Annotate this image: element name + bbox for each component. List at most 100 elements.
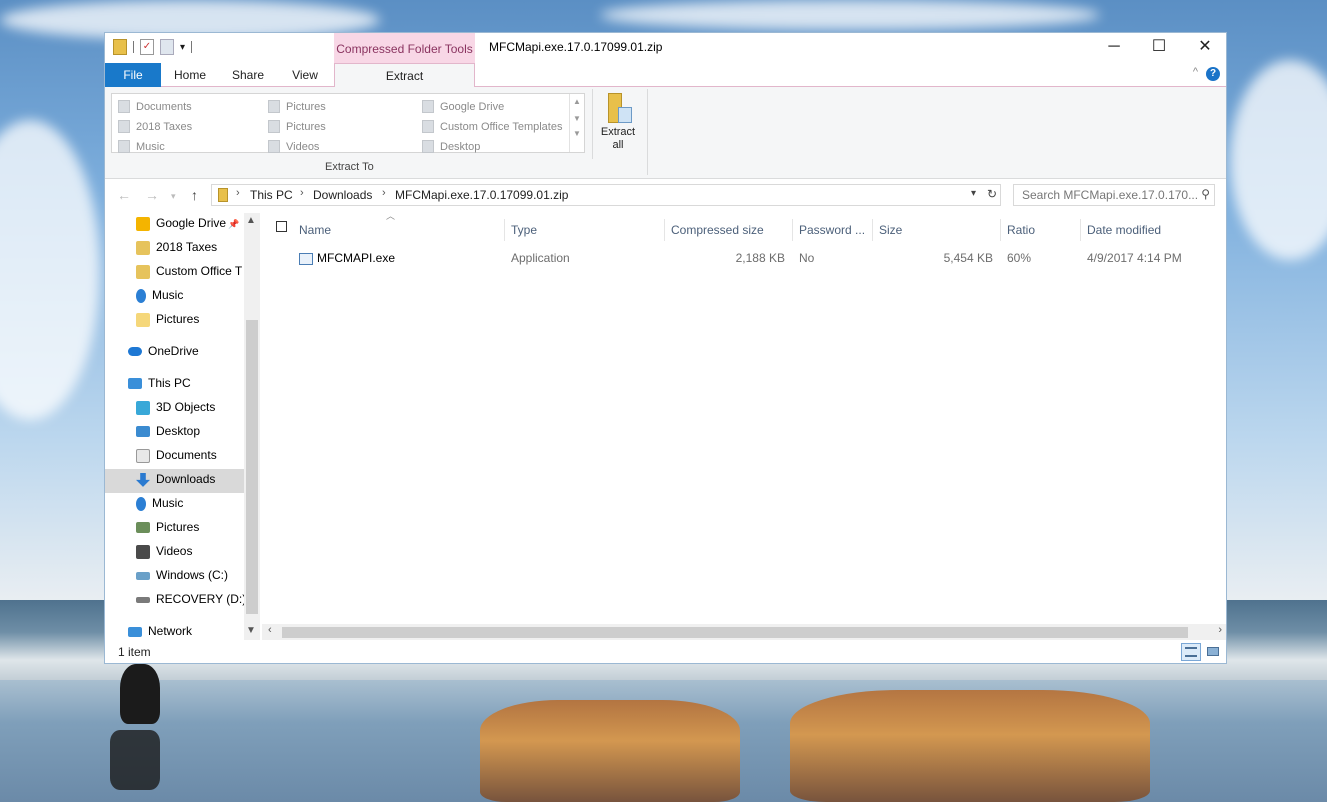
extract-to-2018-taxes[interactable]: 2018 Taxes: [116, 118, 192, 136]
nav-item-music-quick[interactable]: Music: [136, 283, 183, 307]
details-view-button[interactable]: [1181, 643, 1201, 661]
zip-folder-icon: [113, 39, 127, 55]
extract-all-icon: [606, 93, 632, 123]
folder-icon: [268, 120, 280, 133]
desktop-icon: [422, 140, 434, 153]
folder-icon: [422, 120, 434, 133]
nav-item-3d-objects[interactable]: 3D Objects: [136, 395, 215, 419]
extract-to-google-drive[interactable]: Google Drive: [420, 98, 504, 116]
breadcrumb-zip[interactable]: MFCMapi.exe.17.0.17099.01.zip: [395, 188, 568, 202]
gallery-down-icon[interactable]: ▼: [570, 114, 584, 123]
back-arrow-icon[interactable]: ←: [117, 187, 131, 203]
chevron-right-icon[interactable]: ›: [382, 187, 386, 199]
gallery-scrollbar[interactable]: ▲ ▼ ▼: [569, 94, 584, 152]
extract-to-pictures[interactable]: Pictures: [266, 98, 326, 116]
nav-item-google-drive[interactable]: Google Drive 📌: [136, 213, 239, 235]
nav-item-onedrive[interactable]: OneDrive: [128, 339, 199, 363]
recent-locations-icon[interactable]: ▾: [171, 191, 176, 202]
column-header-password[interactable]: Password ...: [799, 217, 865, 243]
help-icon[interactable]: ?: [1206, 67, 1220, 81]
column-header-type[interactable]: Type: [511, 217, 537, 243]
scroll-down-icon[interactable]: ▼: [246, 625, 256, 636]
scroll-up-icon[interactable]: ▲: [246, 215, 256, 226]
nav-item-music[interactable]: Music: [136, 491, 183, 515]
status-bar: 1 item: [105, 640, 1226, 664]
desktop-icon: [136, 426, 150, 438]
column-header-ratio[interactable]: Ratio: [1007, 217, 1035, 243]
pictures-icon: [268, 100, 280, 113]
extract-to-custom-office-templates[interactable]: Custom Office Templates: [420, 118, 562, 136]
documents-icon: [136, 448, 150, 463]
scroll-right-icon[interactable]: ›: [1218, 624, 1222, 636]
nav-item-network[interactable]: Network: [128, 619, 192, 640]
extract-to-desktop[interactable]: Desktop: [420, 138, 480, 156]
tab-home[interactable]: Home: [165, 63, 215, 87]
column-header-name[interactable]: Name: [299, 217, 331, 243]
application-icon: [299, 252, 313, 265]
maximize-button[interactable]: ☐: [1136, 33, 1182, 63]
tab-extract[interactable]: Extract: [334, 63, 475, 88]
search-box[interactable]: Search MFCMapi.exe.17.0.170... ⚲: [1013, 184, 1215, 206]
tab-share[interactable]: Share: [221, 63, 275, 87]
extract-to-music[interactable]: Music: [116, 138, 165, 156]
nav-item-2018-taxes[interactable]: 2018 Taxes: [136, 235, 217, 259]
nav-item-pictures-quick[interactable]: Pictures: [136, 307, 199, 331]
google-drive-icon: [136, 216, 150, 231]
nav-item-videos[interactable]: Videos: [136, 539, 192, 563]
breadcrumb-downloads[interactable]: Downloads: [313, 188, 372, 202]
collapse-ribbon-icon[interactable]: ^: [1193, 66, 1198, 78]
forward-arrow-icon[interactable]: →: [145, 187, 159, 203]
extract-to-gallery: Documents Pictures Google Drive 2018 Tax…: [111, 93, 585, 153]
horizontal-scrollbar[interactable]: ‹ ›: [262, 624, 1226, 640]
tab-file[interactable]: File: [105, 63, 161, 87]
address-dropdown-icon[interactable]: ▾: [971, 188, 976, 199]
music-icon: [136, 496, 146, 511]
extract-to-documents[interactable]: Documents: [116, 98, 192, 116]
music-icon: [118, 140, 130, 153]
new-folder-icon[interactable]: [160, 39, 174, 55]
extract-to-pictures-2[interactable]: Pictures: [266, 118, 326, 136]
chevron-right-icon[interactable]: ›: [236, 187, 240, 199]
column-header-size[interactable]: Size: [879, 217, 902, 243]
file-list: ︿ Name Type Compressed size Password ...…: [262, 211, 1226, 640]
large-icons-view-button[interactable]: [1203, 643, 1223, 661]
videos-icon: [268, 140, 280, 153]
file-size: 5,454 KB: [943, 251, 993, 265]
nav-item-downloads[interactable]: Downloads: [136, 467, 215, 491]
gallery-more-icon[interactable]: ▼: [570, 129, 584, 138]
folder-icon: [136, 264, 150, 279]
tab-view[interactable]: View: [281, 63, 329, 87]
column-header-date-modified[interactable]: Date modified: [1087, 217, 1161, 243]
file-name: MFCMAPI.exe: [317, 251, 396, 265]
folder-icon: [136, 240, 150, 255]
extract-to-videos[interactable]: Videos: [266, 138, 319, 156]
close-button[interactable]: ✕: [1182, 33, 1228, 63]
gallery-up-icon[interactable]: ▲: [570, 97, 584, 106]
select-all-checkbox[interactable]: [276, 221, 287, 232]
refresh-icon[interactable]: ↻: [987, 187, 997, 201]
address-bar[interactable]: › This PC › Downloads › MFCMapi.exe.17.0…: [211, 184, 1001, 206]
nav-item-this-pc[interactable]: This PC: [128, 371, 191, 395]
zip-folder-icon: [218, 188, 228, 202]
breadcrumb-this-pc[interactable]: This PC: [250, 188, 293, 202]
nav-item-pictures[interactable]: Pictures: [136, 515, 199, 539]
minimize-button[interactable]: ─: [1091, 33, 1137, 63]
nav-item-documents[interactable]: Documents: [136, 443, 217, 467]
chevron-right-icon[interactable]: ›: [300, 187, 304, 199]
scroll-left-icon[interactable]: ‹: [268, 624, 272, 636]
nav-scrollbar[interactable]: ▲ ▼: [244, 213, 260, 640]
customize-qat-icon[interactable]: ▾: [180, 42, 185, 53]
properties-icon[interactable]: ✓: [140, 39, 154, 55]
nav-item-custom-office[interactable]: Custom Office T: [136, 259, 242, 283]
pin-icon: 📌: [228, 219, 240, 229]
nav-item-recovery-d[interactable]: RECOVERY (D:): [136, 587, 246, 611]
nav-scroll-thumb[interactable]: [246, 320, 258, 614]
ribbon-body: Documents Pictures Google Drive 2018 Tax…: [105, 87, 1226, 179]
large-icons-view-icon: [1207, 647, 1219, 656]
horizontal-scroll-thumb[interactable]: [282, 627, 1188, 638]
up-arrow-icon[interactable]: ↑: [191, 187, 198, 203]
nav-item-windows-c[interactable]: Windows (C:): [136, 563, 228, 587]
nav-item-desktop[interactable]: Desktop: [136, 419, 200, 443]
column-header-compressed-size[interactable]: Compressed size: [671, 217, 764, 243]
extract-all-button[interactable]: Extract all: [598, 93, 638, 152]
